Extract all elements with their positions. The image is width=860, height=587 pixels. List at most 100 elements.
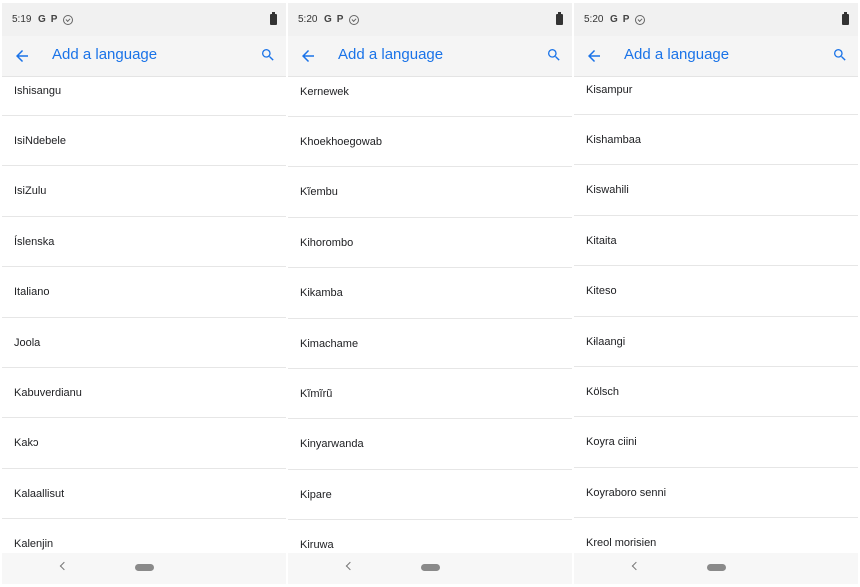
language-list-item[interactable]: Kitaita xyxy=(574,216,858,267)
language-list-item[interactable]: Kĩmĩrũ xyxy=(288,369,572,420)
language-list-item[interactable]: Kikamba xyxy=(288,269,572,319)
language-name: Kinyarwanda xyxy=(300,438,364,451)
nav-back-icon[interactable] xyxy=(631,561,641,571)
language-list-item[interactable]: Koyra ciini xyxy=(574,418,858,468)
language-list-item[interactable]: Kimachame xyxy=(288,319,572,369)
language-name: Kalaallisut xyxy=(14,487,65,500)
language-name: Kakɔ xyxy=(14,437,39,450)
language-list-item[interactable]: Khoekhoegowab xyxy=(288,117,572,168)
language-name: Kĩembu xyxy=(300,186,338,199)
language-list-item[interactable]: Kisampur xyxy=(574,77,858,115)
phone-screen: 5:20 G P Add a language Kisampur Kishamba… xyxy=(574,3,858,584)
back-arrow-icon[interactable] xyxy=(13,47,31,65)
home-pill-button[interactable] xyxy=(135,564,154,571)
language-list-item[interactable]: Kishambaa xyxy=(574,115,858,166)
navigation-bar xyxy=(288,553,572,584)
phone-screen: 5:19 G P Add a language Ishisangu IsiNdeb… xyxy=(2,3,286,584)
check-circle-icon xyxy=(63,14,74,25)
language-list-item[interactable]: Kihorombo xyxy=(288,218,572,269)
language-list-item[interactable]: Kakɔ xyxy=(2,419,286,469)
language-name: Kalenjin xyxy=(14,538,54,551)
language-list-item[interactable]: Kabuverdianu xyxy=(2,368,286,419)
nav-back-icon[interactable] xyxy=(59,561,69,571)
battery-icon xyxy=(556,12,563,25)
page-title: Add a language xyxy=(52,46,158,63)
status-time: 5:20 xyxy=(584,14,604,25)
language-name: Kishambaa xyxy=(586,133,642,146)
language-name: Kiteso xyxy=(586,285,617,298)
language-name: Kiruwa xyxy=(300,539,334,552)
language-list-item[interactable]: Kölsch xyxy=(574,367,858,418)
navigation-bar xyxy=(2,553,286,584)
language-list-item[interactable]: Kalaallisut xyxy=(2,469,286,520)
search-icon[interactable] xyxy=(546,47,562,63)
language-list-item[interactable]: Kalenjin xyxy=(2,520,286,553)
home-pill-button[interactable] xyxy=(707,564,726,571)
language-name: Kihorombo xyxy=(300,236,354,249)
language-list-item[interactable]: IsiNdebele xyxy=(2,116,286,167)
app-bar: Add a language xyxy=(2,36,286,77)
navigation-bar xyxy=(574,553,858,584)
language-name: Kölsch xyxy=(586,385,620,398)
language-list-item[interactable]: Ishisangu xyxy=(2,77,286,116)
language-name: Koyraboro senni xyxy=(586,486,667,499)
language-name: Kiswahili xyxy=(586,184,629,197)
check-circle-icon xyxy=(349,14,360,25)
language-list-item[interactable]: Koyraboro senni xyxy=(574,468,858,519)
language-name: Kikamba xyxy=(300,287,343,300)
language-list-item[interactable]: Kɨlaangi xyxy=(574,317,858,367)
nav-back-icon[interactable] xyxy=(345,561,355,571)
battery-icon xyxy=(270,12,277,25)
language-name: Kɨlaangi xyxy=(586,335,626,348)
language-name: Ishisangu xyxy=(14,84,62,97)
language-list: Ishisangu IsiNdebele IsiZulu Íslenska Italia… xyxy=(2,77,286,553)
language-list-item[interactable]: Kipare xyxy=(288,470,572,521)
language-list-item[interactable]: Íslenska xyxy=(2,217,286,268)
language-list: Kernewek Khoekhoegowab Kĩembu Kihorombo Kika… xyxy=(288,77,572,553)
page-title: Add a language xyxy=(338,46,444,63)
language-list-item[interactable]: Joola xyxy=(2,318,286,368)
language-list: Kisampur Kishambaa Kiswahili Kitaita Kiteso K… xyxy=(574,77,858,553)
language-list-item[interactable]: Kernewek xyxy=(288,77,572,117)
language-list-item[interactable]: Kĩembu xyxy=(288,168,572,218)
language-name: Kisampur xyxy=(586,83,633,96)
back-arrow-icon[interactable] xyxy=(299,47,317,65)
search-icon[interactable] xyxy=(260,47,276,63)
pinterest-icon: P xyxy=(336,14,344,25)
language-name: Italiano xyxy=(14,286,50,299)
language-list-item[interactable]: Kinyarwanda xyxy=(288,420,572,470)
google-icon: G xyxy=(610,14,618,25)
back-arrow-icon[interactable] xyxy=(585,47,603,65)
search-icon[interactable] xyxy=(832,47,848,63)
page-title: Add a language xyxy=(624,46,730,63)
pinterest-icon: P xyxy=(50,14,58,25)
language-name: Koyra ciini xyxy=(586,436,637,449)
language-name: Kipare xyxy=(300,488,332,501)
language-list-item[interactable]: Kiswahili xyxy=(574,166,858,216)
language-name: Kĩmĩrũ xyxy=(300,387,333,400)
status-time: 5:19 xyxy=(12,14,32,25)
language-name: Kernewek xyxy=(300,85,349,98)
language-list-item[interactable]: Italiano xyxy=(2,268,286,318)
language-name: Kimachame xyxy=(300,337,359,350)
home-pill-button[interactable] xyxy=(421,564,440,571)
language-name: IsiZulu xyxy=(14,185,47,198)
status-time: 5:20 xyxy=(298,14,318,25)
app-bar: Add a language xyxy=(574,36,858,77)
language-list-item[interactable]: Kiteso xyxy=(574,267,858,317)
language-list-item[interactable]: Kreol morisien xyxy=(574,519,858,553)
check-circle-icon xyxy=(635,14,646,25)
phone-screen: 5:20 G P Add a language Kernewek Khoekhoe… xyxy=(288,3,572,584)
language-name: Khoekhoegowab xyxy=(300,135,382,148)
language-list-item[interactable]: Kiruwa xyxy=(288,521,572,553)
language-name: Joola xyxy=(14,336,41,349)
language-name: Kreol morisien xyxy=(586,537,657,550)
language-name: IsiNdebele xyxy=(14,134,66,147)
language-list-item[interactable]: IsiZulu xyxy=(2,167,286,217)
pinterest-icon: P xyxy=(622,14,630,25)
language-name: Kabuverdianu xyxy=(14,386,82,399)
status-bar: 5:20 G P xyxy=(574,3,858,36)
status-bar: 5:19 G P xyxy=(2,3,286,36)
app-bar: Add a language xyxy=(288,36,572,77)
language-name: Íslenska xyxy=(14,235,55,248)
